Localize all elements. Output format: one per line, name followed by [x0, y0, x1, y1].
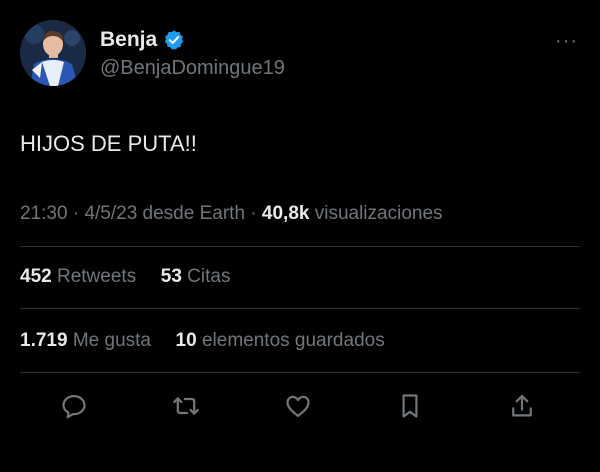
display-name[interactable]: Benja [100, 28, 157, 52]
meta-separator: · [72, 203, 85, 224]
likes-label: Me gusta [72, 330, 151, 351]
avatar-image [20, 20, 86, 86]
retweet-icon[interactable] [166, 386, 206, 426]
views-label: visualizaciones [314, 203, 443, 224]
likes-count: 1.719 [20, 330, 68, 351]
quotes-count: 53 [160, 266, 182, 287]
author-name-row: Benja [100, 28, 185, 52]
like-stats-row: 1.719 Me gusta 10 elementos guardados [20, 330, 385, 352]
avatar[interactable] [20, 20, 86, 86]
divider [20, 372, 580, 373]
tweet-date[interactable]: 4/5/23 [84, 203, 137, 224]
reply-icon[interactable] [54, 386, 94, 426]
retweets-count: 452 [20, 266, 52, 287]
tweet-meta: 21:30 · 4/5/23 desde Earth · 40,8k visua… [20, 203, 443, 225]
divider [20, 246, 580, 247]
tweet-source: desde Earth [142, 203, 246, 224]
tweet-text: HIJOS DE PUTA!! [20, 131, 197, 156]
share-icon[interactable] [502, 386, 542, 426]
like-icon[interactable] [278, 386, 318, 426]
retweets-stat[interactable]: 452 Retweets [20, 266, 141, 287]
retweets-label: Retweets [56, 266, 137, 287]
bookmarks-label: elementos guardados [201, 330, 385, 351]
meta-separator: · [250, 203, 262, 224]
divider [20, 308, 580, 309]
verified-badge-icon [163, 29, 185, 51]
bookmarks-stat[interactable]: 10 elementos guardados [176, 330, 385, 351]
author-handle[interactable]: @BenjaDomingue19 [100, 57, 285, 80]
bookmarks-count: 10 [175, 330, 197, 351]
tweet-time[interactable]: 21:30 [20, 203, 68, 224]
views-count: 40,8k [261, 203, 310, 224]
action-bar [0, 386, 600, 426]
quotes-label: Citas [187, 266, 231, 287]
likes-stat[interactable]: 1.719 Me gusta [20, 330, 156, 351]
more-options-icon[interactable]: ··· [555, 30, 578, 53]
quotes-stat[interactable]: 53 Citas [161, 266, 231, 287]
bookmark-icon[interactable] [390, 386, 430, 426]
retweet-stats-row: 452 Retweets 53 Citas [20, 266, 230, 288]
